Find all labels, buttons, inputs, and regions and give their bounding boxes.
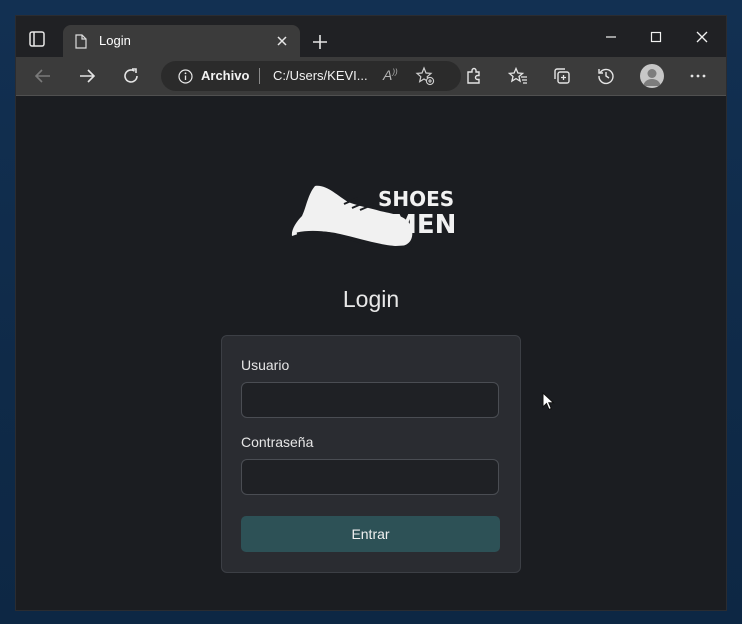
info-icon[interactable]: [178, 69, 193, 84]
password-label: Contraseña: [241, 434, 314, 450]
window-close-button[interactable]: [687, 26, 717, 48]
password-input[interactable]: [241, 459, 499, 495]
username-label: Usuario: [241, 357, 290, 373]
add-favorite-icon[interactable]: [415, 66, 435, 86]
plus-icon[interactable]: [308, 30, 332, 54]
logo-text-men: MEN: [391, 210, 454, 240]
close-icon[interactable]: [272, 31, 292, 51]
address-bar[interactable]: Archivo C:/Users/KEVI... A)): [161, 61, 461, 91]
favorites-icon[interactable]: [507, 66, 528, 86]
collections-icon[interactable]: [552, 66, 572, 86]
page-content: SHOES FOR MEN Login Usuario Contraseña E…: [16, 96, 726, 610]
mouse-cursor-icon: [542, 392, 555, 411]
shoes-for-men-logo: SHOES FOR MEN: [291, 185, 454, 249]
address-url[interactable]: C:/Users/KEVI...: [273, 68, 368, 83]
history-icon[interactable]: [596, 66, 616, 86]
extensions-icon[interactable]: [464, 66, 484, 86]
browser-window: Login Archivo C:/Users/KEVI... A)) SHOES…: [16, 16, 726, 610]
back-arrow-icon[interactable]: [33, 66, 53, 86]
minimize-button[interactable]: [596, 26, 626, 48]
tab-title: Login: [99, 33, 131, 48]
read-aloud-icon[interactable]: A)): [383, 67, 398, 83]
more-icon[interactable]: [688, 66, 708, 86]
maximize-button[interactable]: [641, 26, 671, 48]
login-card: Usuario Contraseña Entrar: [221, 335, 521, 573]
tab-actions-icon[interactable]: [28, 30, 46, 48]
page-title: Login: [342, 286, 400, 312]
address-scheme-label: Archivo: [201, 68, 250, 83]
refresh-icon[interactable]: [121, 66, 141, 86]
logo-text-for: FOR: [372, 213, 387, 221]
title-bar: Login: [16, 16, 726, 57]
profile-avatar[interactable]: [640, 64, 664, 88]
username-input[interactable]: [241, 382, 499, 418]
submit-button[interactable]: Entrar: [241, 516, 500, 552]
logo-text-shoes: SHOES: [378, 187, 454, 211]
page-icon: [75, 34, 87, 49]
address-separator: [259, 68, 260, 84]
tab-login[interactable]: Login: [63, 25, 300, 57]
forward-arrow-icon[interactable]: [77, 66, 97, 86]
browser-toolbar: Archivo C:/Users/KEVI... A)): [16, 57, 726, 96]
